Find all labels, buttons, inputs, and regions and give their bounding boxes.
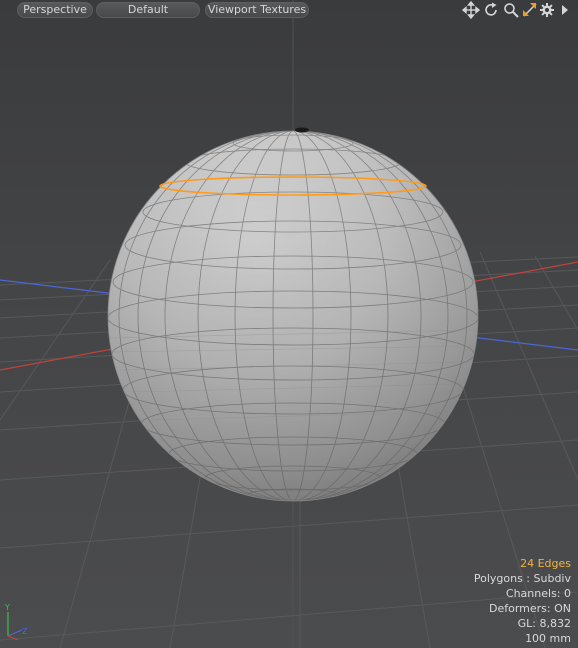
scene-canvas[interactable]: Y Z <box>0 0 578 648</box>
gl-poly-count: GL: 8,832 <box>517 617 571 630</box>
deformers-status: Deformers: ON <box>489 602 571 615</box>
shading-mode-button[interactable]: Default <box>96 2 200 18</box>
axis-gizmo-y-label: Y <box>4 603 10 612</box>
axis-gizmo: Y Z <box>4 603 28 641</box>
rotate-icon[interactable] <box>482 1 500 19</box>
viewport-textures-button[interactable]: Viewport Textures <box>205 2 309 18</box>
fit-icon[interactable] <box>521 1 539 19</box>
selection-count: 24 Edges <box>520 557 571 570</box>
axis-gizmo-z-label: Z <box>22 627 28 636</box>
polygon-mode: Polygons : Subdiv <box>473 572 571 585</box>
grid-size: 100 mm <box>525 632 571 645</box>
3d-viewport[interactable]: Y Z Perspective Default Viewport Texture… <box>0 0 578 648</box>
gear-icon[interactable] <box>538 1 556 19</box>
channels-count: Channels: 0 <box>505 587 571 600</box>
scene-info-overlay: 24 Edges Polygons : Subdiv Channels: 0 D… <box>474 556 571 646</box>
expand-arrow-icon[interactable] <box>556 1 574 19</box>
zoom-icon[interactable] <box>502 1 520 19</box>
move-icon[interactable] <box>462 1 480 19</box>
view-mode-button[interactable]: Perspective <box>17 2 93 18</box>
